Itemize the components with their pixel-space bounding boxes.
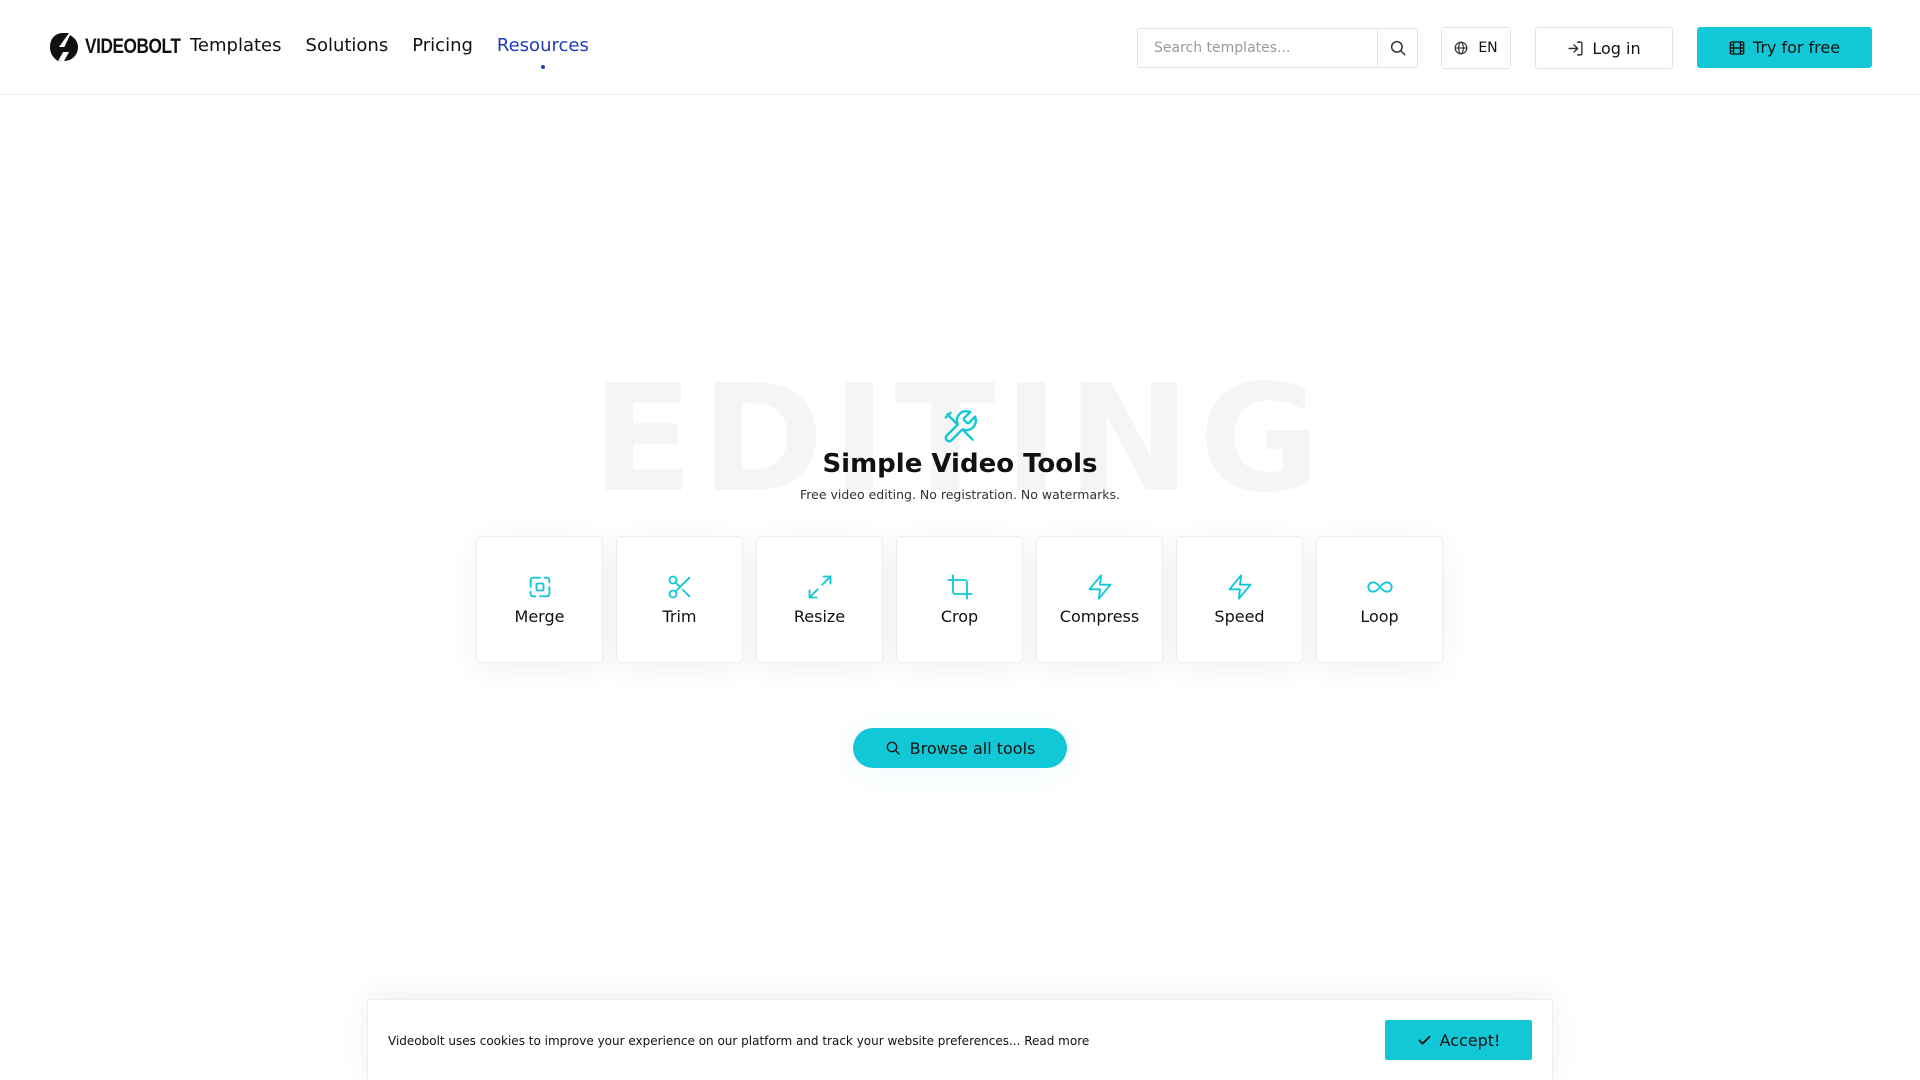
tool-card-compress[interactable]: Compress xyxy=(1036,536,1163,663)
browse-all-tools-button[interactable]: Browse all tools xyxy=(853,728,1067,768)
nav-item-resources[interactable]: Resources xyxy=(496,35,589,69)
scissors-icon xyxy=(668,575,690,599)
nav-item-solutions[interactable]: Solutions xyxy=(306,35,389,56)
tool-card-resize[interactable]: Resize xyxy=(756,536,883,663)
language-label: EN xyxy=(1478,40,1498,56)
videobolt-logo[interactable]: VIDEOBOLT xyxy=(47,30,201,64)
cookie-banner: Videobolt uses cookies to improve your e… xyxy=(367,999,1553,1080)
search-button[interactable] xyxy=(1377,29,1417,67)
hero-title: Simple Video Tools xyxy=(822,449,1098,479)
try-for-free-label: Try for free xyxy=(1752,38,1841,57)
search-icon xyxy=(886,741,900,755)
film-icon xyxy=(1729,40,1745,55)
tools-grid: Merge Trim Resize Crop Compress Speed Lo… xyxy=(476,536,1443,663)
browse-all-tools-label: Browse all tools xyxy=(909,738,1036,758)
globe-icon xyxy=(1454,41,1468,55)
infinity-icon xyxy=(1366,581,1393,593)
login-button[interactable]: Log in xyxy=(1535,27,1673,69)
accept-label: Accept! xyxy=(1439,1030,1501,1050)
bolt-icon xyxy=(1088,574,1111,600)
login-label: Log in xyxy=(1592,38,1641,58)
main-nav: Templates Solutions Pricing Resources xyxy=(190,35,589,69)
tool-label: Loop xyxy=(1360,607,1399,626)
bolt-logo-icon xyxy=(50,33,78,61)
tool-card-loop[interactable]: Loop xyxy=(1316,536,1443,663)
language-selector[interactable]: EN xyxy=(1441,27,1511,69)
nav-item-pricing[interactable]: Pricing xyxy=(412,35,473,56)
search-input[interactable] xyxy=(1138,29,1377,67)
crop-icon xyxy=(946,574,973,600)
accept-cookies-button[interactable]: Accept! xyxy=(1385,1020,1532,1060)
login-icon xyxy=(1568,40,1583,56)
tool-label: Speed xyxy=(1214,607,1265,626)
bolt-icon xyxy=(1228,574,1251,600)
merge-icon xyxy=(529,576,550,598)
tool-label: Compress xyxy=(1059,607,1140,626)
cookie-message: Videobolt uses cookies to improve your e… xyxy=(388,1034,1090,1048)
active-indicator-dot xyxy=(540,65,545,69)
tool-card-speed[interactable]: Speed xyxy=(1176,536,1303,663)
try-for-free-button[interactable]: Try for free xyxy=(1697,27,1872,68)
logo-wordmark: VIDEOBOLT xyxy=(85,35,181,58)
search-icon xyxy=(1390,40,1405,56)
resize-icon xyxy=(808,575,831,599)
tools-icon xyxy=(944,410,977,443)
site-header: VIDEOBOLT Templates Solutions Pricing Re… xyxy=(0,0,1920,95)
tool-card-merge[interactable]: Merge xyxy=(476,536,603,663)
tool-card-crop[interactable]: Crop xyxy=(896,536,1023,663)
tool-label: Crop xyxy=(940,607,979,626)
tool-card-trim[interactable]: Trim xyxy=(616,536,743,663)
hero-subtitle: Free video editing. No registration. No … xyxy=(800,487,1120,502)
tool-label: Trim xyxy=(662,607,697,626)
tool-label: Resize xyxy=(793,607,846,626)
nav-item-templates[interactable]: Templates xyxy=(190,35,282,56)
tool-label: Merge xyxy=(514,607,565,626)
nav-item-label: Resources xyxy=(496,35,589,56)
search-box xyxy=(1137,28,1418,68)
check-icon xyxy=(1418,1035,1430,1045)
